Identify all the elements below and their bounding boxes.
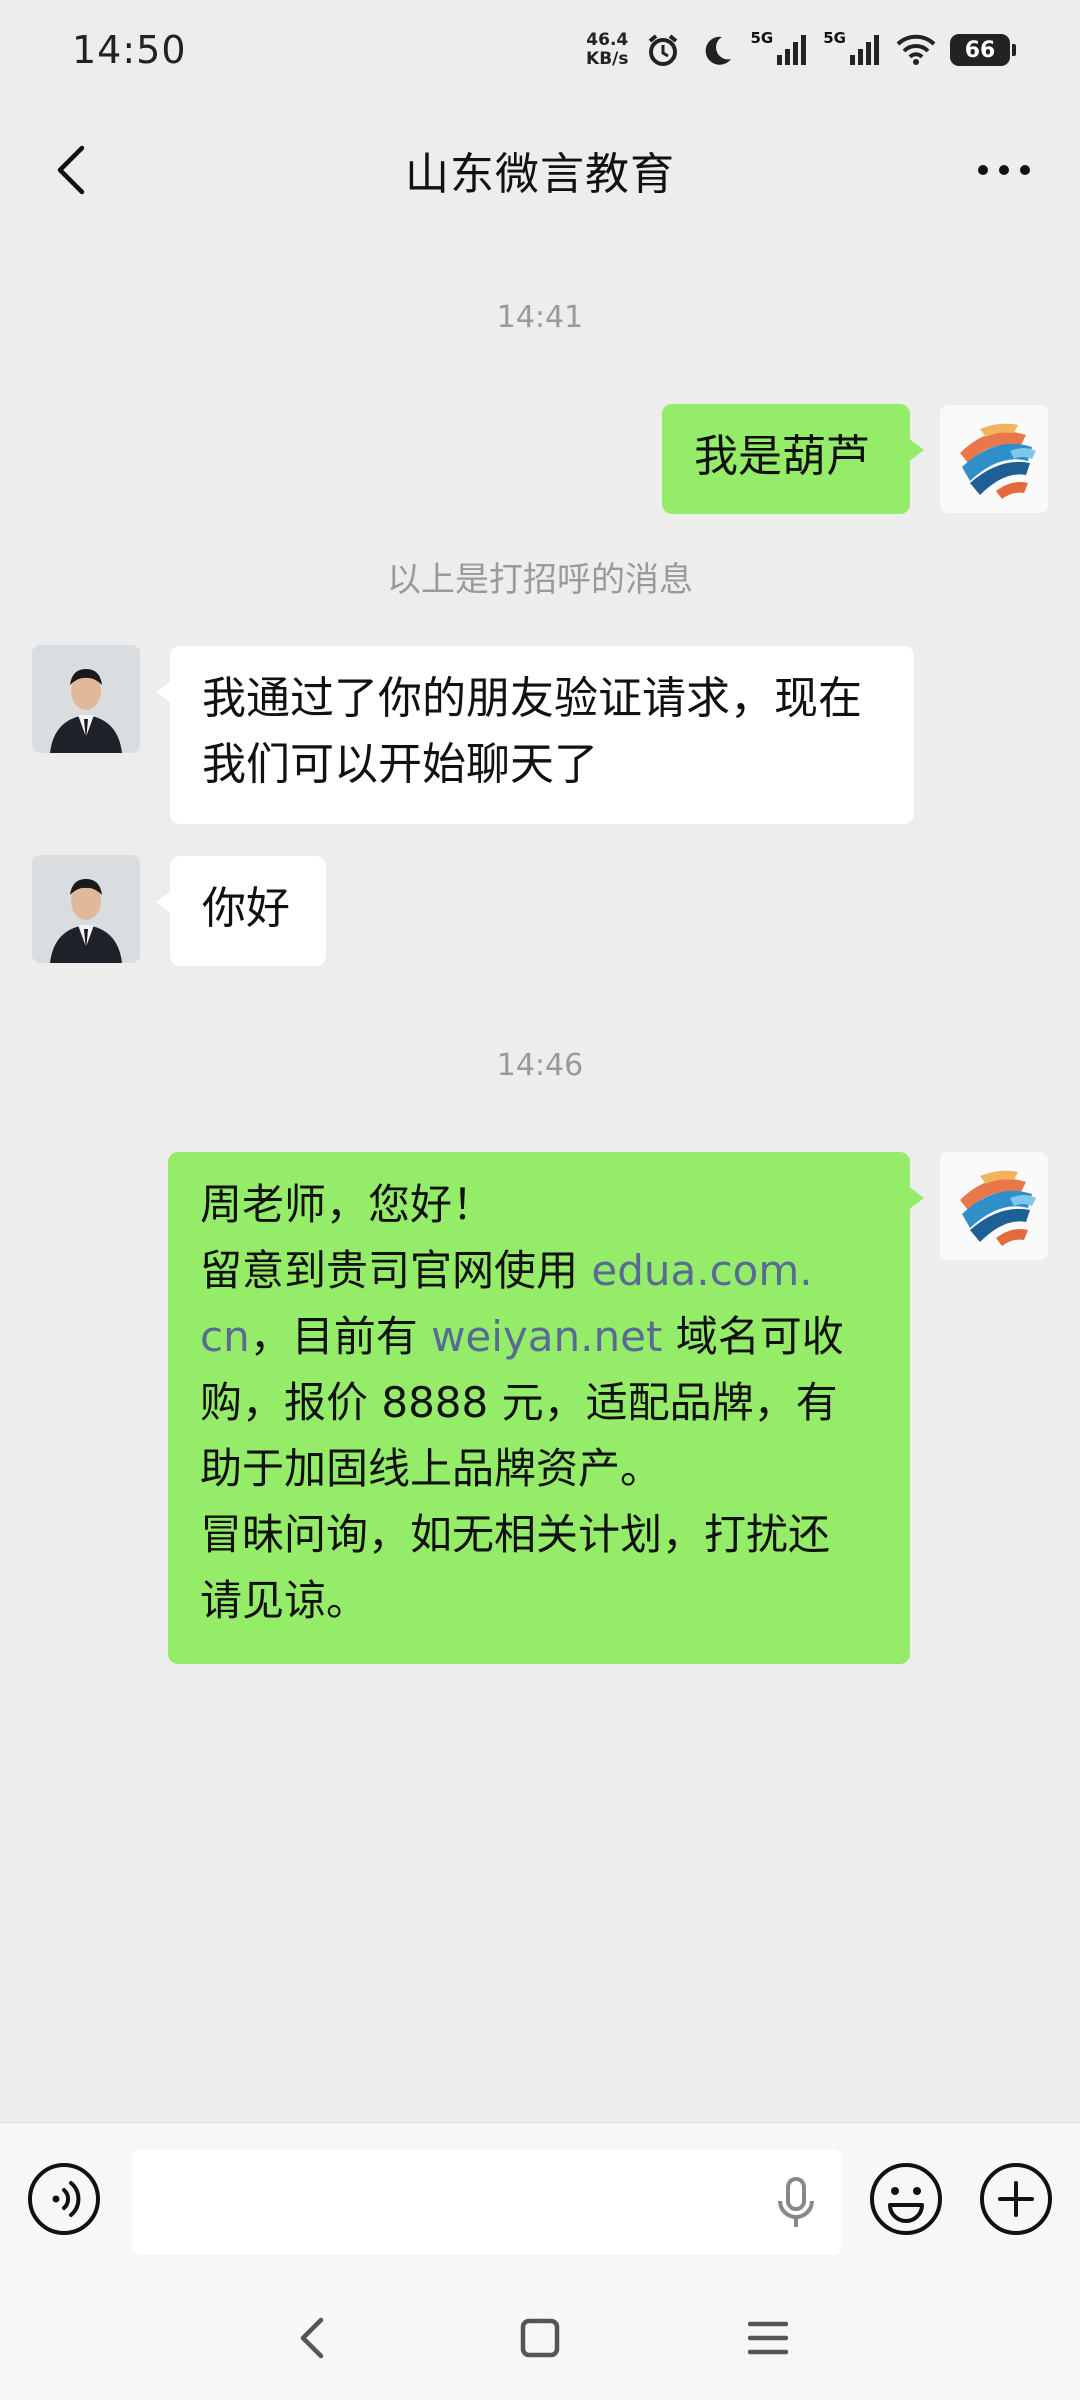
message-text-line: 助于加固线上品牌资产。 [200, 1444, 663, 1493]
mic-button[interactable] [768, 2175, 824, 2231]
voice-toggle-button[interactable] [26, 2161, 102, 2237]
contact-avatar[interactable] [32, 855, 140, 963]
message-bubble-outgoing[interactable]: 我是葫芦 [662, 404, 924, 514]
mic-icon [778, 2177, 814, 2227]
message-input[interactable] [132, 2149, 842, 2255]
message-text-line: 请见谅。 [200, 1576, 369, 1625]
domain-link[interactable]: weiyan.net [431, 1312, 662, 1361]
nav-home-button[interactable] [504, 2308, 576, 2368]
status-time: 14:50 [72, 28, 187, 72]
input-bar [0, 2122, 1080, 2278]
nav-home-icon [520, 2318, 560, 2358]
more-button[interactable] [964, 134, 1044, 206]
message-text-line: 留意到贵司官网使用 edua.com. [200, 1238, 878, 1304]
message-text: 你好 [202, 883, 290, 934]
more-actions-button[interactable] [978, 2161, 1054, 2237]
message-text: 留意到贵司官网使用 [200, 1246, 592, 1295]
nav-menu-icon [748, 2321, 788, 2355]
battery-icon: 66 [950, 34, 1016, 66]
message-bubble-incoming[interactable]: 我通过了你的朋友验证请求，现在 我们可以开始聊天了 [156, 646, 914, 824]
domain-link[interactable]: cn [200, 1312, 250, 1361]
message-text-line: 我通过了你的朋友验证请求，现在 [202, 673, 862, 724]
moon-icon [697, 30, 737, 70]
voice-icon [28, 2163, 100, 2235]
wifi-icon [896, 30, 936, 70]
nav-back-button[interactable] [276, 2308, 348, 2368]
network-speed-value: 46.4 [586, 30, 629, 50]
message-text: 域名可收 [662, 1312, 844, 1361]
chat-title: 山东微言教育 [405, 149, 675, 200]
signal-2-tag: 5G [823, 29, 846, 47]
contact-avatar[interactable] [32, 645, 140, 753]
message-list[interactable]: 14:41 我是葫芦 以上是打招呼的消息 我通过了你的朋友验证请求，现在 我们可… [0, 240, 1080, 2120]
message-text-line: 冒昧问询，如无相关计划，打扰还 [200, 1510, 831, 1559]
back-button[interactable] [36, 134, 108, 206]
alarm-icon [643, 30, 683, 70]
signal-1: 5G [751, 29, 810, 67]
status-bar: 14:50 46.4 KB/s 5G 5G 66 [0, 0, 1080, 100]
message-text-line: 我们可以开始聊天了 [202, 739, 598, 790]
nav-menu-button[interactable] [732, 2308, 804, 2368]
system-nav-bar [0, 2278, 1080, 2400]
message-bubble-outgoing[interactable]: 周老师，您好！ 留意到贵司官网使用 edua.com. cn，目前有 weiya… [168, 1152, 924, 1664]
message-text: ，目前有 [249, 1312, 432, 1361]
my-avatar[interactable] [940, 405, 1048, 513]
signal-1-tag: 5G [750, 29, 774, 47]
plus-icon [980, 2163, 1052, 2235]
nav-back-icon [300, 2317, 324, 2359]
message-text-line: 购，报价 8888 元，适配品牌，有 [200, 1378, 838, 1427]
message-text-line: cn，目前有 weiyan.net 域名可收 [200, 1304, 878, 1370]
chevron-left-icon [57, 145, 85, 195]
domain-link[interactable]: edua.com. [591, 1246, 812, 1295]
signal-2: 5G [823, 29, 882, 67]
message-text-line: 周老师，您好！ [200, 1180, 495, 1229]
emoji-button[interactable] [868, 2161, 944, 2237]
system-note: 以上是打招呼的消息 [387, 560, 693, 600]
timestamp: 14:46 [496, 1048, 584, 1083]
emoji-icon [870, 2163, 942, 2235]
message-text: 我是葫芦 [694, 431, 870, 482]
more-dots-icon [978, 165, 1030, 175]
chat-header: 山东微言教育 [0, 100, 1080, 240]
network-speed-unit: KB/s [586, 49, 629, 69]
my-avatar[interactable] [940, 1152, 1048, 1260]
message-bubble-incoming[interactable]: 你好 [156, 856, 326, 966]
signal-icon [777, 35, 807, 65]
signal-icon [850, 35, 879, 65]
status-icons: 46.4 KB/s 5G 5G 66 [586, 29, 1016, 70]
timestamp: 14:41 [496, 300, 584, 335]
network-speed: 46.4 KB/s [586, 31, 628, 69]
